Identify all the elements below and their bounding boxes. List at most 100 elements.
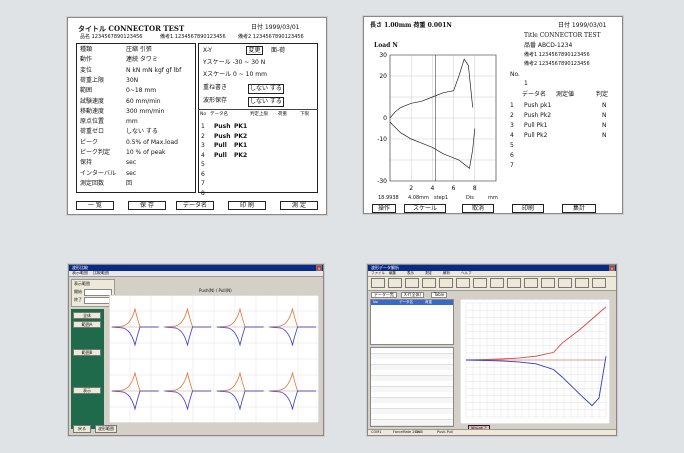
graph-toolbar-button[interactable]: 操作 [372, 204, 396, 213]
setting-value[interactable]: 300 mm/min [126, 108, 164, 115]
setting-value[interactable]: しない する [126, 129, 158, 135]
green-option-3[interactable]: 範囲B [73, 349, 101, 356]
table-header-cell: 下限 [300, 112, 309, 117]
toolbar-icon[interactable] [388, 278, 402, 288]
view-tab[interactable]: Table [431, 291, 448, 298]
toolbar-icon[interactable] [456, 278, 470, 288]
setting-value[interactable]: 60 mm/min [126, 98, 161, 105]
toolbar-icon[interactable] [422, 278, 436, 288]
row-type[interactable]: Push [214, 133, 231, 140]
list-no-value: 1 [524, 80, 528, 87]
list-row-number: 2 [510, 112, 514, 119]
graph-header: 長さ 1.00mm 荷重 0.001N [370, 22, 452, 29]
row-type[interactable]: Pull [214, 143, 227, 149]
y-tick-label: -30 [377, 178, 387, 185]
cursor-value: 18.9938 [378, 195, 399, 201]
menu-item[interactable]: ファイル [371, 271, 385, 276]
toolbar-icon[interactable] [439, 278, 453, 288]
row-type[interactable]: Pull [214, 152, 227, 159]
toolbar-button[interactable]: データ名 [176, 201, 214, 210]
tab-compare-range[interactable]: 比較範囲 [93, 271, 109, 275]
setting-value[interactable]: 0~18 mm [126, 88, 156, 94]
graph-toolbar-button[interactable]: 取消 [462, 204, 494, 213]
row-name[interactable]: PK2 [234, 152, 247, 159]
toolbar-button[interactable]: 保 存 [128, 201, 166, 210]
setting-value[interactable]: 圧縮 引張 [126, 47, 152, 53]
analysis-chart [460, 299, 610, 424]
toolbar-button[interactable]: 測 定 [280, 201, 318, 210]
setting-label: インターバル [80, 169, 116, 177]
green-option-4[interactable]: 表示 [73, 387, 101, 394]
toolbar-icon[interactable] [371, 278, 385, 288]
menu-item[interactable]: 編集 [389, 271, 396, 276]
analysis-title: 波形データ解析 [371, 265, 399, 270]
toolbar-icon[interactable] [541, 278, 555, 288]
chart-background [460, 299, 610, 424]
toolbar-icon[interactable] [507, 278, 521, 288]
toolbar-icon[interactable] [558, 278, 572, 288]
back-button[interactable]: 戻る [73, 425, 91, 433]
force-curve-chart: 30 20 0 -10 -30 2 4 6 8 [377, 52, 497, 191]
setting-label: 原点位置 [80, 118, 105, 126]
tab-strip: 表示範囲 比較範囲 [69, 271, 323, 277]
start-input[interactable] [84, 289, 112, 296]
xscale-setting[interactable]: Xスケール 0 ~ 10 mm [203, 72, 267, 78]
setting-value[interactable]: sec [126, 170, 136, 177]
setting-value[interactable]: sec [126, 160, 136, 166]
toolbar-icon[interactable] [490, 278, 504, 288]
toolbar-icon[interactable] [405, 278, 419, 288]
end-input[interactable] [84, 297, 112, 304]
waveform-toggle[interactable]: しない する [248, 97, 284, 107]
range-title: 表示範囲 [74, 281, 90, 286]
setting-value[interactable]: 10 % of peak [126, 150, 166, 156]
toolbar-icon[interactable] [575, 278, 589, 288]
view-tab[interactable]: データ一覧 [371, 291, 397, 298]
compare-window: 波形比較 × 表示範囲 比較範囲 表示範囲 開始 終了 全体 範囲A 範囲B 表… [68, 264, 324, 436]
menu-item[interactable]: 測定 [425, 271, 432, 276]
menu-item[interactable]: 解析 [443, 271, 450, 276]
toolbar-button[interactable]: 印 刷 [228, 201, 266, 210]
graph-toolbar-button[interactable]: 集計 [562, 204, 596, 213]
status-item: COM1 [371, 429, 382, 434]
setting-value[interactable]: 連続 タワミ [126, 57, 158, 63]
cursor-step: step1 [434, 195, 448, 201]
row-type[interactable]: Push [214, 124, 231, 130]
list-row-name: Push pk1 [524, 102, 552, 109]
row-number: 1 [201, 123, 205, 130]
list-row-name: Pull Pk1 [524, 122, 548, 129]
y-tick-label: 20 [379, 73, 387, 80]
row-name[interactable]: PK1 [234, 124, 247, 130]
setting-value[interactable]: 回 [126, 180, 132, 187]
tab-display-range[interactable]: 表示範囲 [72, 271, 88, 275]
green-option-2[interactable]: 範囲A [73, 321, 101, 328]
menu-item[interactable]: 表示 [407, 271, 414, 276]
table-header-cell: No [200, 112, 207, 117]
row-name[interactable]: PK1 [234, 143, 247, 149]
setting-value[interactable]: N kN mN kgf gf lbf [126, 67, 181, 74]
list-row-unit: N [602, 122, 607, 129]
setting-value[interactable]: 30N [126, 77, 138, 84]
toolbar-icon[interactable] [524, 278, 538, 288]
green-option-1[interactable]: 全体 [73, 312, 101, 319]
green-control-panel: 全体 範囲A 範囲B 表示 [71, 309, 104, 429]
toolbar-icon[interactable] [473, 278, 487, 288]
xy-change-button[interactable]: 変更 [246, 46, 263, 55]
data-row[interactable] [371, 419, 453, 426]
waveform-label: 波形保存 [203, 97, 228, 104]
row-name[interactable]: PK2 [234, 133, 247, 140]
view-tabs: データ一覧 X-Y(全体) Table [368, 291, 616, 298]
yscale-setting[interactable]: Yスケール -30 ~ 30 N [203, 60, 265, 66]
setting-value[interactable]: mm [126, 119, 138, 125]
screen-title: タイトル CONNECTOR TEST [78, 24, 185, 33]
setting-value[interactable]: 0.5% of Max.load [126, 139, 178, 146]
menu-item[interactable]: ヘルプ [461, 271, 472, 276]
view-tab[interactable]: X-Y(全体) [401, 291, 425, 298]
graph-toolbar-button[interactable]: 印刷 [512, 204, 544, 213]
overlay-toggle[interactable]: しない する [248, 84, 284, 94]
toolbar-icon[interactable] [592, 278, 606, 288]
setting-label: 荷重上限 [80, 76, 105, 84]
waveform-range-button[interactable]: 波形範囲 [95, 425, 117, 433]
setting-label: 変位 [80, 66, 93, 74]
toolbar-button[interactable]: 一 覧 [76, 201, 114, 210]
graph-toolbar-button[interactable]: スケール [404, 204, 446, 213]
